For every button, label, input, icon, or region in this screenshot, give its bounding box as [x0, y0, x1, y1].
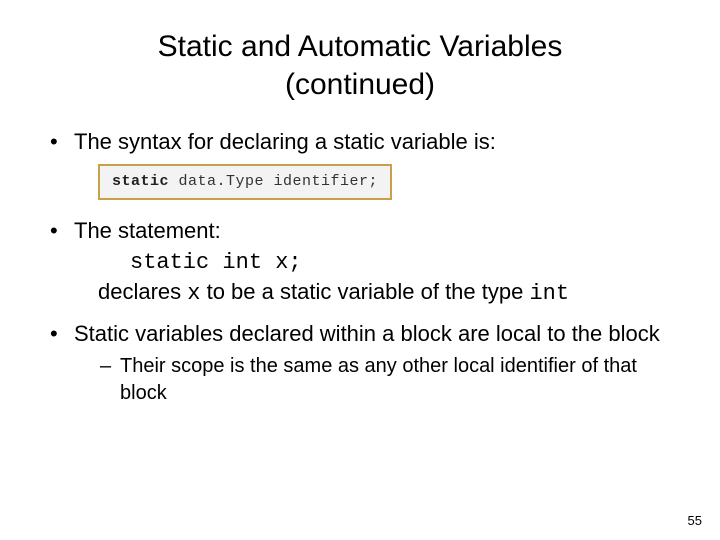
sub-bullet-list: Their scope is the same as any other loc… [74, 353, 680, 407]
bullet-2-tail-b: to be a static variable of the type [200, 279, 529, 304]
title-line-1: Static and Automatic Variables [158, 30, 563, 63]
sub-bullet-1: Their scope is the same as any other loc… [100, 353, 680, 407]
page-number: 55 [688, 513, 702, 528]
bullet-3: Static variables declared within a block… [50, 319, 680, 407]
slide-title: Static and Automatic Variables (continue… [40, 28, 680, 103]
bullet-1: The syntax for declaring a static variab… [50, 127, 680, 200]
bullet-2-code-int: int [529, 281, 569, 306]
syntax-rest: data.Type identifier; [169, 173, 378, 190]
bullet-2-tail-a: declares [98, 279, 187, 304]
title-line-2: (continued) [285, 68, 435, 101]
syntax-box: static data.Type identifier; [98, 164, 392, 200]
bullet-2-code: static int x; [130, 250, 302, 275]
bullet-list: The syntax for declaring a static variab… [40, 127, 680, 407]
bullet-2-lead: The statement: [74, 218, 221, 243]
slide: Static and Automatic Variables (continue… [0, 0, 720, 540]
bullet-2: The statement: static int x; declares x … [50, 216, 680, 309]
bullet-3-text: Static variables declared within a block… [74, 321, 660, 346]
sub-bullet-1-text: Their scope is the same as any other loc… [120, 355, 637, 404]
bullet-2-code-x: x [187, 281, 200, 306]
bullet-1-text: The syntax for declaring a static variab… [74, 129, 496, 154]
syntax-keyword: static [112, 173, 169, 190]
